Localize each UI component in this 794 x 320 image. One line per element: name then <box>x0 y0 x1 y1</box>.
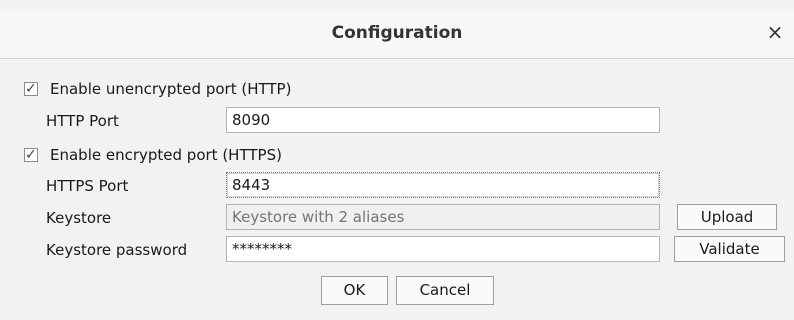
validate-button[interactable]: Validate <box>674 236 785 262</box>
close-icon[interactable]: × <box>764 21 786 43</box>
http-port-label: HTTP Port <box>46 112 119 130</box>
keystore-row: Keystore Upload <box>0 204 794 232</box>
https-port-input[interactable] <box>226 172 660 198</box>
http-enable-label[interactable]: Enable unencrypted port (HTTP) <box>50 80 291 98</box>
ok-button[interactable]: OK <box>321 276 388 305</box>
https-enable-checkbox[interactable]: ✓ <box>24 147 38 163</box>
http-enable-row: ✓ Enable unencrypted port (HTTP) <box>0 76 794 104</box>
keystore-input <box>226 204 660 230</box>
keystore-password-row: Keystore password Validate <box>0 236 794 264</box>
https-port-row: HTTPS Port <box>0 172 794 200</box>
http-port-input[interactable] <box>226 107 660 133</box>
checkmark-icon: ✓ <box>25 81 37 97</box>
http-enable-checkbox[interactable]: ✓ <box>24 81 38 97</box>
upload-button[interactable]: Upload <box>677 204 777 230</box>
https-port-label: HTTPS Port <box>46 177 129 195</box>
checkmark-icon: ✓ <box>25 147 37 163</box>
keystore-password-input[interactable] <box>226 236 660 262</box>
https-enable-row: ✓ Enable encrypted port (HTTPS) <box>0 142 794 170</box>
keystore-label: Keystore <box>46 209 112 227</box>
cancel-button[interactable]: Cancel <box>396 276 494 305</box>
keystore-password-label: Keystore password <box>46 241 188 259</box>
dialog-titlebar: Configuration × <box>0 10 794 59</box>
http-port-row: HTTP Port <box>0 107 794 135</box>
configuration-dialog: Configuration × ✓ Enable unencrypted por… <box>0 0 794 320</box>
dialog-title: Configuration <box>331 23 463 43</box>
https-enable-label[interactable]: Enable encrypted port (HTTPS) <box>50 146 282 164</box>
